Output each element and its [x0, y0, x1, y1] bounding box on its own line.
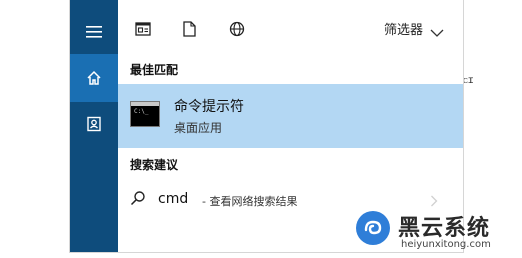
menu-button[interactable] — [70, 8, 118, 56]
result-subtitle: 桌面应用 — [174, 121, 223, 135]
chevron-down-icon[interactable] — [430, 23, 444, 42]
command-prompt-icon: C:\_ — [130, 101, 160, 127]
suggestion-hint: - 查看网络搜索结果 — [202, 195, 298, 208]
apps-filter-button[interactable] — [132, 18, 154, 40]
best-match-heading: 最佳匹配 — [130, 63, 179, 77]
best-match-result[interactable]: C:\_ 命令提示符 桌面应用 — [118, 84, 463, 148]
result-title: 命令提示符 — [174, 99, 244, 115]
chevron-right-icon[interactable] — [430, 192, 438, 211]
hamburger-menu-icon — [86, 26, 102, 38]
globe-icon — [229, 21, 245, 37]
search-suggestions-heading: 搜索建议 — [130, 158, 179, 172]
documents-filter-button[interactable] — [178, 18, 200, 40]
search-icon — [130, 190, 146, 210]
home-button[interactable] — [70, 54, 118, 102]
app-window-icon — [135, 22, 151, 36]
left-rail — [70, 0, 118, 252]
filter-bar: 筛选器 — [118, 0, 463, 56]
user-id-card-icon — [87, 116, 101, 132]
filter-dropdown-label[interactable]: 筛选器 — [384, 19, 423, 38]
home-icon — [87, 70, 101, 85]
watermark-url: heiyunxitong.com — [401, 239, 491, 250]
suggestion-query: cmd — [158, 191, 189, 207]
watermark-logo-icon — [356, 211, 390, 245]
document-icon — [182, 21, 196, 37]
account-button[interactable] — [70, 100, 118, 148]
web-filter-button[interactable] — [226, 18, 248, 40]
background-edge-text: ᴄɪ — [463, 75, 474, 86]
watermark-title: 黑云系统 — [398, 216, 491, 241]
